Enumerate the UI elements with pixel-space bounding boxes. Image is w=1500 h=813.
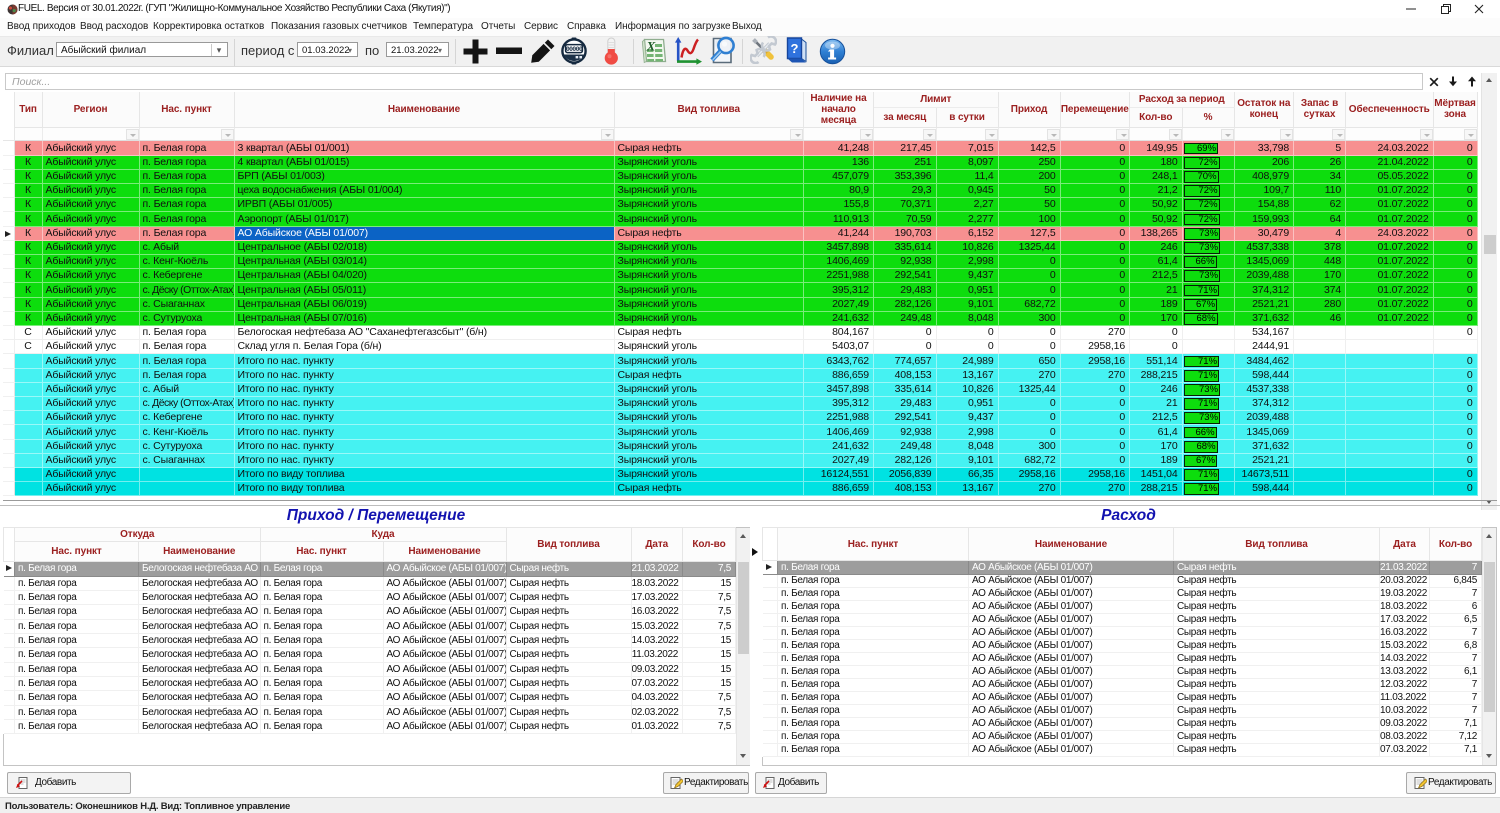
svg-text:00000: 00000 [566, 46, 583, 53]
svg-text:?: ? [791, 41, 799, 56]
svg-text:X: X [646, 39, 656, 54]
